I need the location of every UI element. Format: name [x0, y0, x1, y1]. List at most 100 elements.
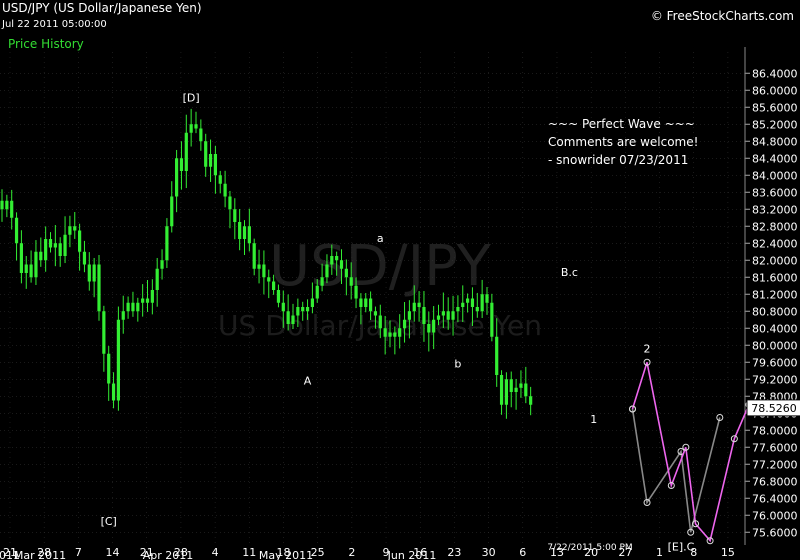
candle-body	[121, 311, 125, 320]
candle-body	[131, 302, 135, 312]
candle-body	[286, 311, 290, 324]
candle-body	[432, 319, 436, 333]
candle-body	[369, 298, 373, 312]
candle-body	[461, 302, 465, 307]
candle-body	[238, 222, 242, 239]
candle-body	[97, 264, 101, 312]
candle-body	[218, 175, 222, 184]
candle-body	[160, 260, 164, 269]
candle-body	[189, 124, 193, 133]
candle-body	[529, 396, 533, 405]
y-tick-label: 78.0000	[752, 424, 798, 437]
y-tick-label: 79.2000	[752, 373, 798, 386]
comment-line: - snowrider 07/23/2011	[548, 153, 688, 167]
price-chart: USD/JPYUS Dollar/Japanese Yen86.400086.0…	[0, 47, 800, 560]
candle-body	[480, 294, 484, 312]
wave-label: [C]	[101, 515, 117, 528]
y-tick-label: 83.6000	[752, 186, 798, 199]
candle-body	[398, 328, 402, 337]
y-tick-label: 84.4000	[752, 152, 798, 165]
candle-body	[364, 298, 368, 307]
candle-body	[48, 239, 53, 248]
candle-body	[155, 268, 159, 290]
y-tick-label: 82.4000	[752, 237, 798, 250]
candle-body	[359, 298, 363, 307]
candle-body	[514, 387, 518, 392]
candle-body	[519, 383, 523, 388]
y-tick-label: 85.2000	[752, 118, 798, 131]
candle-body	[58, 243, 62, 256]
candle-body	[63, 234, 67, 256]
y-tick-label: 82.0000	[752, 254, 798, 267]
candle-body	[296, 307, 300, 316]
x-cursor-label: 7/22/2011 5:00 PM	[547, 543, 632, 553]
candle-body	[199, 128, 203, 142]
candle-body	[422, 307, 426, 324]
candle-body	[87, 264, 91, 282]
candle-body	[29, 264, 33, 278]
candle-body	[24, 264, 28, 273]
y-tick-label: 76.0000	[752, 509, 798, 522]
candle-body	[402, 319, 407, 329]
candle-body	[150, 290, 154, 303]
y-tick-label: 77.2000	[752, 458, 798, 471]
y-tick-label: 81.2000	[752, 288, 798, 301]
x-tick-label: 14	[106, 546, 120, 559]
wave-label: [E].C	[668, 540, 695, 553]
candle-body	[441, 311, 445, 316]
candle-body	[490, 302, 494, 337]
candle-body	[330, 256, 334, 265]
candle-body	[272, 281, 276, 290]
candle-body	[417, 302, 421, 307]
candle-body	[111, 383, 116, 401]
candle-body	[141, 298, 145, 303]
wave-label: b	[454, 358, 461, 371]
candle-body	[427, 324, 431, 333]
y-tick-label: 75.6000	[752, 526, 798, 539]
y-tick-label: 80.0000	[752, 339, 798, 352]
candle-body	[349, 277, 353, 286]
projection-primary	[631, 362, 750, 543]
candle-body	[208, 154, 213, 167]
candle-body	[34, 251, 38, 278]
candle-body	[354, 285, 358, 299]
y-tick-label: 80.4000	[752, 322, 798, 335]
candle-body	[383, 328, 387, 337]
candle-body	[393, 332, 397, 337]
candle-body	[5, 200, 9, 210]
candle-body	[344, 268, 348, 278]
chart-timestamp: Jul 22 2011 05:00:00	[2, 19, 107, 30]
y-tick-label: 86.4000	[752, 67, 798, 80]
candle-body	[262, 264, 266, 278]
candle-body	[378, 315, 382, 329]
y-tick-label: 81.6000	[752, 271, 798, 284]
candle-body	[126, 302, 130, 312]
y-tick-label: 80.8000	[752, 305, 798, 318]
brand-label: © FreeStockCharts.com	[650, 9, 794, 23]
y-tick-label: 83.2000	[752, 203, 798, 216]
candle-body	[475, 307, 479, 312]
candle-body	[446, 311, 450, 320]
candle-body	[325, 264, 329, 278]
x-tick-label: 4	[212, 546, 219, 559]
wave-label: [D]	[183, 92, 200, 105]
y-tick-label: 86.0000	[752, 84, 798, 97]
x-tick-label: 1	[656, 546, 663, 559]
comment-line: ~~~ Perfect Wave ~~~	[548, 117, 695, 131]
y-tick-label: 82.8000	[752, 220, 798, 233]
x-month-label: May 2011	[259, 549, 313, 560]
candle-body	[233, 209, 237, 222]
candle-body	[175, 158, 179, 197]
candle-body	[136, 302, 140, 312]
candle-body	[170, 196, 174, 227]
price-history-label[interactable]: Price History	[8, 37, 84, 51]
wave-label: 2	[644, 342, 651, 355]
candle-body	[39, 251, 43, 261]
candle-body	[301, 307, 305, 312]
candle-body	[470, 298, 475, 307]
candle-body	[204, 141, 208, 167]
wave-label: 1	[590, 413, 597, 426]
x-month-label: Jun 2011	[387, 549, 437, 560]
x-tick-label: 7	[75, 546, 82, 559]
wave-label: A	[304, 375, 312, 388]
